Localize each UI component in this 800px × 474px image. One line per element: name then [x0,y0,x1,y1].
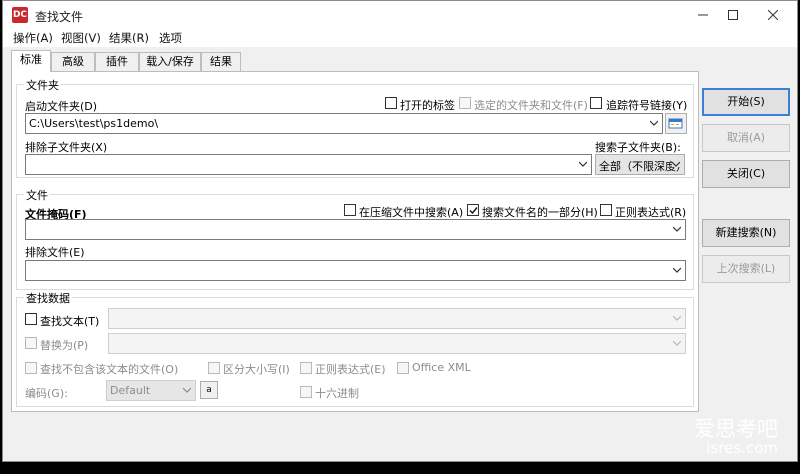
tab-results[interactable]: 结果 [201,52,241,71]
part-of-name-checkbox[interactable] [467,204,479,216]
hex-label: 十六进制 [315,387,359,400]
not-containing-checkbox[interactable] [25,362,37,374]
app-logo-icon: DC [12,7,28,23]
chevron-down-icon [579,161,587,167]
close-icon [768,10,778,20]
find-text-label: 查找文本(T) [40,315,100,328]
watermark-title: 爱思考吧 [694,417,778,441]
office-xml-checkbox[interactable] [397,362,409,374]
start-folder-label: 启动文件夹(D) [25,100,98,113]
checkmark-icon [469,207,478,215]
folders-group-label: 文件夹 [24,77,61,93]
chevron-down-icon [672,161,680,167]
case-sensitive-checkbox[interactable] [208,362,220,374]
minimize-icon [698,14,708,16]
part-of-name-label: 搜索文件名的一部分(H) [482,206,598,219]
menu-bar: 操作(A) 视图(V) 结果(R) 选项 [3,29,797,47]
new-search-button[interactable]: 新建搜索(N) [702,219,790,247]
text-format-icon: a [206,385,212,395]
title-bar: DC 查找文件 [3,1,797,29]
filename-regex-label: 正则表达式(R) [615,206,687,219]
browse-folder-button[interactable] [665,113,687,134]
menu-view[interactable]: 视图(V) [61,30,101,46]
menu-options[interactable]: 选项 [159,30,182,46]
open-tabs-checkbox[interactable] [385,97,397,109]
tab-advanced[interactable]: 高级 [51,52,95,71]
chevron-down-icon [673,226,681,232]
chevron-down-icon [673,315,681,321]
find-files-window: DC 查找文件 操作(A) 视图(V) 结果(R) 选项 标准 高级 插件 载入… [2,0,798,462]
chevron-down-icon [673,267,681,273]
menu-operate[interactable]: 操作(A) [13,30,53,46]
start-button[interactable]: 开始(S) [702,88,790,116]
search-in-archives-checkbox[interactable] [344,204,356,216]
start-folder-input[interactable]: C:\Users\test\ps1demo\ [25,113,663,134]
chevron-down-icon [183,387,191,393]
follow-links-label: 追踪符号链接(Y) [606,99,688,112]
tab-load-save[interactable]: 载入/保存 [139,52,201,71]
text-regex-label: 正则表达式(E) [315,363,386,376]
replace-label: 替换为(P) [40,339,89,352]
cancel-button[interactable]: 取消(A) [702,124,790,152]
site-watermark: 爱思考吧 isres.com [694,418,778,456]
encoding-label: 编码(G): [25,387,68,400]
standard-panel: 文件夹 启动文件夹(D) 打开的标签 选定的文件夹和文件(F) 追踪符号链接(Y… [11,71,699,412]
find-text-checkbox[interactable] [25,313,37,325]
not-containing-label: 查找不包含该文本的文件(O) [40,363,179,376]
exclude-subfolders-label: 排除子文件夹(X) [25,141,108,154]
chevron-down-icon [650,120,658,126]
maximize-icon [728,10,738,20]
find-text-input[interactable] [108,308,686,329]
close-window-button[interactable] [755,1,791,29]
open-tabs-label: 打开的标签 [400,99,455,112]
tab-standard[interactable]: 标准 [11,50,51,72]
watermark-url: isres.com [706,439,778,457]
hex-checkbox[interactable] [300,386,312,398]
case-sensitive-label: 区分大小写(I) [223,363,290,376]
search-subfolders-select[interactable]: 全部（不限深度） [595,154,685,175]
selected-files-label: 选定的文件夹和文件(F) [474,99,588,112]
search-in-archives-label: 在压缩文件中搜索(A) [359,206,464,219]
follow-links-checkbox[interactable] [590,97,602,109]
office-xml-label: Office XML [412,361,471,374]
exclude-files-label: 排除文件(E) [25,246,85,259]
last-search-button[interactable]: 上次搜索(L) [702,255,790,283]
close-button[interactable]: 关闭(C) [702,160,790,188]
filename-regex-checkbox[interactable] [600,204,612,216]
files-group-label: 文件 [24,187,50,203]
file-mask-input[interactable] [25,219,686,240]
tab-plugins[interactable]: 插件 [95,52,139,71]
folder-icon [668,118,683,129]
exclude-files-input[interactable] [25,260,686,281]
maximize-button[interactable] [715,1,751,29]
exclude-subfolders-input[interactable] [25,154,592,175]
menu-results[interactable]: 结果(R) [109,30,149,46]
replace-checkbox[interactable] [25,337,37,349]
selected-files-checkbox[interactable] [459,97,471,109]
search-subfolders-label: 搜索子文件夹(B): [595,141,681,154]
find-data-group-label: 查找数据 [24,290,72,306]
text-regex-checkbox[interactable] [300,362,312,374]
replace-input[interactable] [108,333,686,354]
encoding-options-button[interactable]: a [200,381,218,399]
chevron-down-icon [673,340,681,346]
encoding-select[interactable]: Default [106,380,196,401]
window-title: 查找文件 [35,10,84,24]
